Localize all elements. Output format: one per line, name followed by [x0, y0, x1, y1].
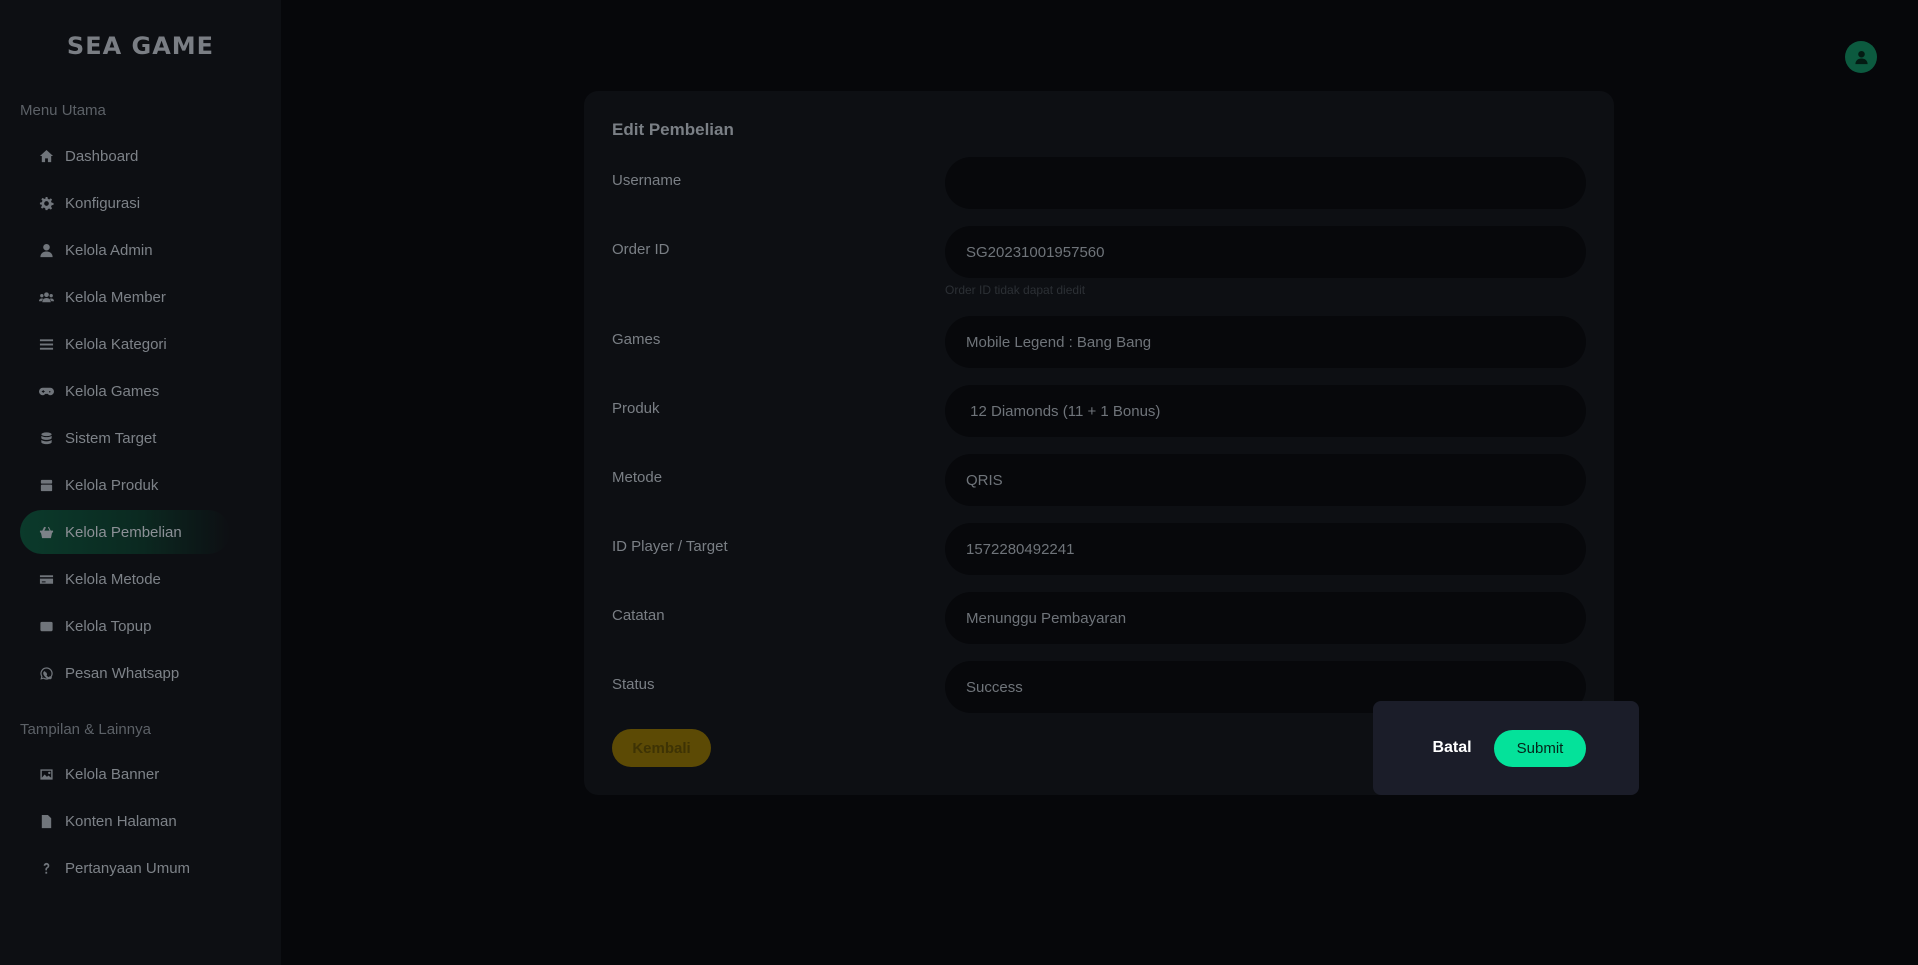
- box-icon: [37, 476, 55, 494]
- confirm-popover: Batal Submit: [1373, 701, 1639, 795]
- status-label: Status: [612, 676, 655, 693]
- sidebar-item-label: Konten Halaman: [65, 812, 177, 830]
- catatan-label: Catatan: [612, 607, 665, 624]
- basket-icon: [37, 523, 55, 541]
- gamepad-icon: [37, 382, 55, 400]
- sidebar-item-label: Kelola Member: [65, 288, 166, 306]
- games-label: Games: [612, 331, 661, 348]
- credit-card-icon: [37, 570, 55, 588]
- metode-label: Metode: [612, 469, 663, 486]
- sidebar-item-pertanyaan-umum[interactable]: Pertanyaan Umum: [20, 846, 230, 890]
- metode-select[interactable]: QRIS: [945, 454, 1586, 506]
- produk-label: Produk: [612, 400, 660, 417]
- sidebar: SEA GAME Menu Utama Dashboard Konfiguras…: [0, 0, 281, 965]
- user-avatar[interactable]: [1845, 41, 1877, 73]
- cancel-button[interactable]: Batal: [1427, 730, 1477, 766]
- sidebar-item-label: Kelola Topup: [65, 617, 152, 635]
- produk-select[interactable]: 12 Diamonds (11 + 1 Bonus): [945, 385, 1586, 437]
- sidebar-item-label: Sistem Target: [65, 429, 157, 447]
- file-icon: [37, 812, 55, 830]
- sidebar-item-label: Kelola Pembelian: [65, 523, 182, 541]
- back-button[interactable]: Kembali: [612, 729, 711, 767]
- sidebar-item-kelola-member[interactable]: Kelola Member: [20, 275, 230, 319]
- whatsapp-icon: [37, 664, 55, 682]
- sidebar-item-label: Konfigurasi: [65, 194, 141, 212]
- sidebar-item-kelola-admin[interactable]: Kelola Admin: [20, 228, 230, 272]
- sidebar-item-kelola-games[interactable]: Kelola Games: [20, 369, 230, 413]
- sidebar-item-kelola-metode[interactable]: Kelola Metode: [20, 557, 230, 601]
- question-icon: [37, 859, 55, 877]
- sidebar-item-label: Kelola Admin: [65, 241, 153, 259]
- sidebar-item-pesan-whatsapp[interactable]: Pesan Whatsapp: [20, 651, 230, 695]
- sidebar-item-label: Dashboard: [65, 147, 139, 165]
- sidebar-item-kelola-topup[interactable]: Kelola Topup: [20, 604, 230, 648]
- user-icon: [37, 241, 55, 259]
- user-icon: [1854, 50, 1869, 65]
- username-field[interactable]: [945, 157, 1586, 209]
- sidebar-item-kelola-kategori[interactable]: Kelola Kategori: [20, 322, 230, 366]
- order-id-field[interactable]: SG20231001957560: [945, 226, 1586, 278]
- sidebar-item-label: Kelola Games: [65, 382, 160, 400]
- username-label: Username: [612, 172, 682, 189]
- sidebar-item-label: Kelola Kategori: [65, 335, 167, 353]
- other-section-title: Tampilan & Lainnya: [20, 721, 151, 738]
- sidebar-item-sistem-target[interactable]: Sistem Target: [20, 416, 230, 460]
- users-icon: [37, 288, 55, 306]
- sidebar-item-konten-halaman[interactable]: Konten Halaman: [20, 799, 230, 843]
- games-select[interactable]: Mobile Legend : Bang Bang: [945, 316, 1586, 368]
- order-id-label: Order ID: [612, 241, 670, 258]
- sidebar-item-label: Pesan Whatsapp: [65, 664, 180, 682]
- sidebar-item-dashboard[interactable]: Dashboard: [20, 134, 230, 178]
- catatan-field[interactable]: Menunggu Pembayaran: [945, 592, 1586, 644]
- sidebar-item-label: Kelola Banner: [65, 765, 160, 783]
- sidebar-item-label: Kelola Produk: [65, 476, 159, 494]
- sidebar-item-konfigurasi[interactable]: Konfigurasi: [20, 181, 230, 225]
- edit-purchase-card: Edit Pembelian Username Order ID SG20231…: [584, 91, 1614, 795]
- sidebar-item-kelola-produk[interactable]: Kelola Produk: [20, 463, 230, 507]
- sidebar-item-kelola-banner[interactable]: Kelola Banner: [20, 752, 230, 796]
- sidebar-item-kelola-pembelian[interactable]: Kelola Pembelian: [20, 510, 230, 554]
- gear-icon: [37, 194, 55, 212]
- id-player-label: ID Player / Target: [612, 538, 728, 555]
- list-icon: [37, 335, 55, 353]
- database-icon: [37, 429, 55, 447]
- page-title: Edit Pembelian: [612, 120, 734, 139]
- order-id-hint: Order ID tidak dapat diedit: [945, 283, 1086, 297]
- image-icon: [37, 765, 55, 783]
- wallet-icon: [37, 617, 55, 635]
- home-icon: [37, 147, 55, 165]
- sidebar-item-label: Kelola Metode: [65, 570, 161, 588]
- menu-section-title: Menu Utama: [20, 102, 106, 119]
- submit-button[interactable]: Submit: [1494, 730, 1586, 767]
- sidebar-item-label: Pertanyaan Umum: [65, 859, 191, 877]
- brand-logo[interactable]: SEA GAME: [0, 32, 281, 60]
- id-player-field[interactable]: 1572280492241: [945, 523, 1586, 575]
